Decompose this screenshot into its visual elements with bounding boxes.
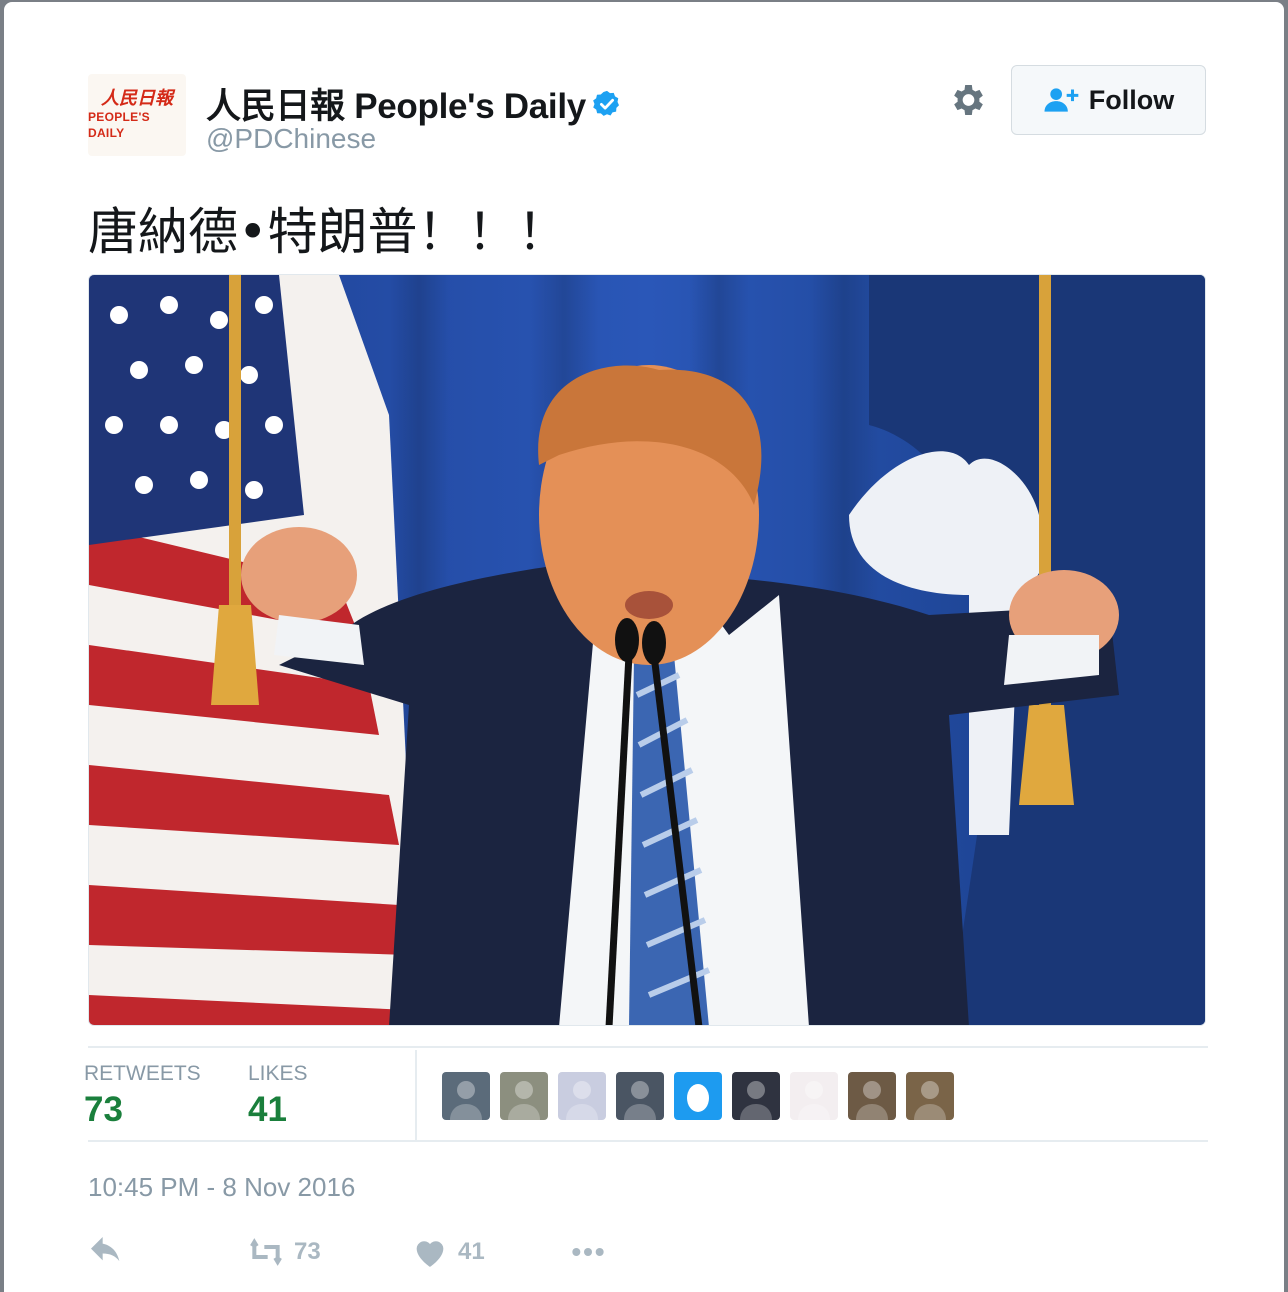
gear-icon[interactable] [947,80,987,120]
person-silhouette-icon [508,1081,540,1120]
liker-avatar-6[interactable] [732,1072,780,1120]
liker-avatar-3[interactable] [558,1072,606,1120]
person-silhouette-icon [914,1081,946,1120]
liker-avatar-9[interactable] [906,1072,954,1120]
egg-icon [687,1084,709,1112]
likes-label[interactable]: LIKES [248,1062,308,1086]
retweet-button[interactable]: 73 [246,1232,321,1272]
retweet-icon [250,1238,282,1266]
stats-top-divider [88,1046,1208,1048]
person-silhouette-icon [624,1081,656,1120]
photo-illustration [89,275,1205,1025]
person-silhouette-icon [566,1081,598,1120]
account-name[interactable]: 人民日報 People's Daily [206,78,586,129]
heart-icon [416,1241,444,1267]
liker-avatar-7[interactable] [790,1072,838,1120]
avatar-logo-chinese: 人民日報 [101,88,173,109]
like-button[interactable]: 41 [410,1232,485,1272]
liker-avatar-1[interactable] [442,1072,490,1120]
add-user-icon [1044,88,1079,112]
account-name-row: 人民日報 People's Daily [206,78,622,129]
account-handle[interactable]: @PDChinese [206,123,376,155]
retweets-count[interactable]: 73 [84,1090,123,1130]
likes-count[interactable]: 41 [248,1090,287,1130]
person-silhouette-icon [856,1081,888,1120]
liker-avatar-4[interactable] [616,1072,664,1120]
like-action-count: 41 [458,1238,485,1265]
stats-vertical-divider [415,1050,417,1142]
follow-label: Follow [1088,84,1175,115]
reply-icon [91,1237,120,1262]
account-avatar[interactable]: 人民日報 PEOPLE'S DAILY [88,74,186,156]
follow-button[interactable]: Follow [1011,65,1206,135]
person-silhouette-icon [798,1081,830,1120]
avatar-logo-english: PEOPLE'S DAILY [88,110,150,140]
liker-avatar-2[interactable] [500,1072,548,1120]
retweet-action-count: 73 [294,1238,321,1265]
retweets-label[interactable]: RETWEETS [84,1062,201,1086]
person-silhouette-icon [740,1081,772,1120]
more-button[interactable] [568,1232,608,1272]
stats-bottom-divider [88,1140,1208,1142]
reply-button[interactable] [86,1232,126,1272]
tweet-card: 人民日報 PEOPLE'S DAILY 人民日報 People's Daily … [4,2,1284,1292]
person-silhouette-icon [450,1081,482,1120]
verified-badge-icon [593,90,619,116]
tweet-photo[interactable] [88,274,1206,1026]
liker-avatar-8[interactable] [848,1072,896,1120]
tweet-timestamp[interactable]: 10:45 PM - 8 Nov 2016 [88,1172,355,1203]
more-icon [572,1248,604,1256]
tweet-text: 唐納德•特朗普！！！ [88,203,568,261]
liker-avatars [442,1072,954,1120]
liker-avatar-egg[interactable] [674,1072,722,1120]
